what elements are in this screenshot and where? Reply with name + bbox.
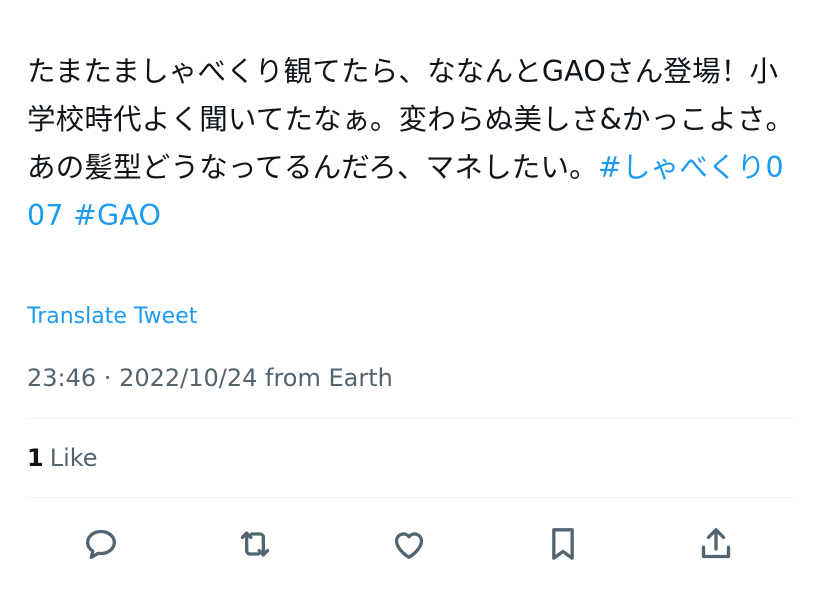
translate-tweet-link[interactable]: Translate Tweet: [27, 302, 197, 332]
divider: [27, 497, 795, 498]
retweet-icon: [240, 531, 270, 557]
reply-icon: [86, 529, 117, 559]
hashtag-link[interactable]: #GAO: [73, 199, 161, 232]
share-icon: [701, 528, 731, 559]
tweet-time[interactable]: 23:46: [27, 364, 96, 392]
bookmark-button[interactable]: [535, 516, 591, 572]
tweet-meta: 23:46 · 2022/10/24 from Earth: [27, 362, 393, 394]
tweet-text-line: たまたましゃべくり観てたら、ななんとGAOさん登: [27, 55, 693, 88]
bookmark-icon: [552, 528, 574, 560]
likes-label: Like: [49, 444, 98, 472]
tweet-text: たまたましゃべくり観てたら、ななんとGAOさん登場！小学校時代よく聞いてたなぁ。…: [27, 48, 797, 240]
like-button[interactable]: [381, 516, 437, 572]
action-bar: [0, 516, 822, 572]
meta-separator: ·: [96, 364, 120, 392]
tweet-source: from Earth: [257, 364, 393, 392]
divider: [27, 418, 795, 419]
retweet-button[interactable]: [227, 516, 283, 572]
share-button[interactable]: [688, 516, 744, 572]
tweet-text-line: い。: [540, 151, 598, 184]
tweet-date[interactable]: 2022/10/24: [119, 364, 257, 392]
reply-button[interactable]: [73, 516, 129, 572]
tweet-detail: たまたましゃべくり観てたら、ななんとGAOさん登場！小学校時代よく聞いてたなぁ。…: [0, 0, 822, 600]
likes-stat[interactable]: 1 Like: [27, 442, 98, 474]
like-icon: [394, 532, 424, 559]
likes-count: 1: [27, 444, 44, 472]
